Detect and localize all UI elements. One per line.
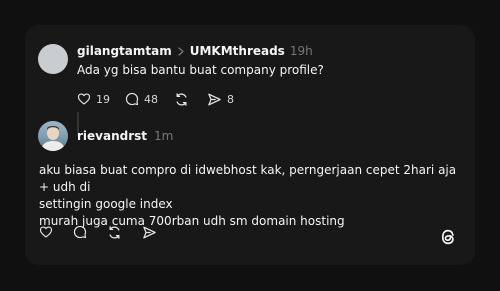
comment-icon bbox=[73, 225, 87, 239]
send-icon bbox=[208, 93, 221, 105]
heart-icon bbox=[39, 226, 53, 238]
reply-avatar[interactable] bbox=[38, 121, 68, 151]
threads-logo-icon[interactable] bbox=[439, 227, 457, 251]
repost-icon bbox=[176, 92, 187, 106]
post-header: gilangtamtam UMKMthreads 19h bbox=[77, 42, 313, 60]
heart-icon bbox=[77, 93, 91, 105]
comment-icon bbox=[125, 92, 139, 106]
post-text: Ada yg bisa bantu buat company profile? bbox=[77, 63, 324, 77]
reply-repost-button[interactable] bbox=[107, 225, 122, 240]
like-count: 19 bbox=[96, 92, 110, 106]
reply-actions bbox=[39, 223, 157, 241]
reply-like-button[interactable] bbox=[39, 225, 53, 239]
repost-button[interactable] bbox=[174, 92, 189, 107]
comment-button[interactable]: 48 bbox=[125, 92, 158, 106]
comment-count: 48 bbox=[144, 92, 158, 106]
post-time: 19h bbox=[289, 44, 313, 58]
reply-avatar-photo bbox=[41, 126, 65, 151]
share-count: 8 bbox=[227, 92, 234, 106]
reply-text: aku biasa buat compro di idwebhost kak, … bbox=[39, 162, 464, 230]
reply-username[interactable]: rievandrst bbox=[77, 129, 147, 143]
post-actions: 19 48 8 bbox=[77, 90, 234, 108]
reply-header: rievandrst 1m bbox=[77, 127, 173, 145]
reply-time: 1m bbox=[154, 129, 174, 143]
like-button[interactable]: 19 bbox=[77, 92, 110, 106]
reply-comment-button[interactable] bbox=[73, 225, 87, 239]
repost-icon bbox=[109, 225, 120, 239]
send-icon bbox=[143, 226, 156, 238]
community-name[interactable]: UMKMthreads bbox=[190, 44, 285, 58]
reply-share-button[interactable] bbox=[142, 225, 157, 240]
share-button[interactable]: 8 bbox=[207, 92, 234, 107]
chevron-right-icon bbox=[178, 46, 184, 56]
thread-card: gilangtamtam UMKMthreads 19h Ada yg bisa… bbox=[25, 25, 475, 265]
post-username[interactable]: gilangtamtam bbox=[77, 44, 172, 58]
post-avatar[interactable] bbox=[38, 44, 68, 74]
reply-text-line: aku biasa buat compro di idwebhost kak, … bbox=[39, 163, 457, 194]
reply-text-line: settingin google index bbox=[39, 197, 173, 211]
